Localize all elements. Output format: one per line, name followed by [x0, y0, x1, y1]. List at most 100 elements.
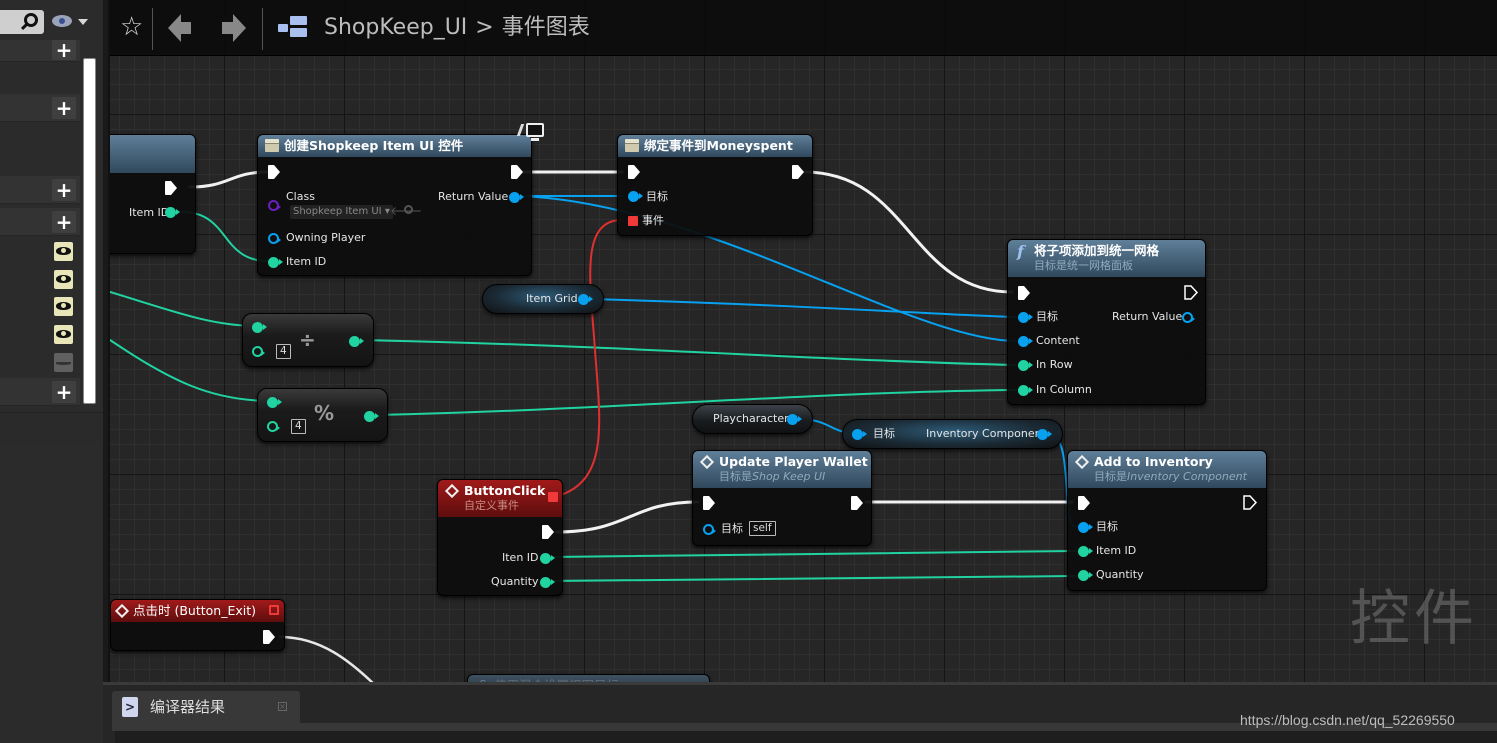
blueprint-editor: + + + + + Item ID 创建Shopkeep Item UI 控件 … [0, 0, 1497, 743]
favorite-star-icon[interactable]: ☆ [120, 12, 143, 42]
return-value-output-pin[interactable] [1182, 312, 1195, 323]
b-literal-field[interactable]: 4 [291, 419, 306, 434]
chevron-down-icon[interactable] [78, 19, 88, 25]
event-delegate-input-pin[interactable] [628, 216, 638, 226]
a-input-pin[interactable] [267, 397, 282, 408]
delegate-output-pin[interactable] [548, 492, 558, 502]
b-input-pin[interactable] [267, 421, 280, 432]
subtitle-class: Shop Keep UI [752, 470, 826, 483]
back-arrow-icon[interactable] [168, 14, 192, 42]
target-input-pin[interactable] [628, 191, 643, 202]
visibility-closed-eye-icon[interactable] [54, 353, 73, 372]
node-update-player-wallet[interactable]: Update Player Wallet 目标是Shop Keep UI 目标 … [692, 450, 872, 546]
browse-search-icon[interactable] [404, 205, 413, 214]
node-add-child-to-uniform-grid[interactable]: f 将子项添加到统一网格 目标是统一网格面板 目标 Return Value C… [1007, 239, 1206, 405]
exec-input-pin[interactable] [1078, 496, 1090, 510]
my-blueprint-panel: + + + + + [0, 0, 103, 743]
exec-wire [802, 170, 1014, 294]
quantity-output-pin[interactable] [540, 577, 555, 588]
add-macro-button[interactable]: + [52, 179, 76, 201]
tab-compiler-results[interactable]: > 编译器结果 × [112, 691, 300, 723]
item-grid-output-pin[interactable] [578, 294, 593, 305]
view-options-eye-icon[interactable] [52, 15, 72, 27]
exec-input-pin[interactable] [1018, 286, 1030, 300]
node-bind-event[interactable]: 绑定事件到Moneyspent 目标 事件 [617, 134, 813, 236]
exec-input-pin[interactable] [703, 496, 715, 510]
target-input-pin[interactable] [1078, 522, 1093, 533]
in-row-input-pin[interactable] [1018, 360, 1033, 371]
node-buttonclick-custom-event[interactable]: ButtonClick 自定义事件 Iten ID Quantity [437, 479, 563, 596]
exec-output-pin[interactable] [165, 181, 177, 195]
target-input-pin[interactable] [852, 429, 867, 440]
event-graph-canvas[interactable]: Item ID 创建Shopkeep Item UI 控件 Class Shop… [108, 0, 1497, 682]
section-macros[interactable]: + [0, 176, 80, 204]
a-input-pin[interactable] [252, 322, 267, 333]
node-partial-set-view-target[interactable]: f 使用混合设置视图目标 [467, 674, 710, 682]
node-inventory-component-getter[interactable]: 目标 Inventory Component [842, 419, 1063, 449]
pin-label: Item Grid [526, 292, 578, 305]
exec-output-pin[interactable] [542, 525, 554, 539]
breadcrumb: ShopKeep_UI > 事件图表 [324, 13, 590, 43]
forward-arrow-icon[interactable] [222, 14, 246, 42]
scrollbar[interactable] [83, 58, 96, 404]
exec-input-pin[interactable] [628, 165, 640, 179]
section-event-dispatchers[interactable]: + [0, 378, 80, 406]
node-subtitle: 目标是统一网格面板 [1034, 259, 1133, 272]
visibility-eye-icon[interactable] [54, 270, 73, 289]
target-input-pin[interactable] [1018, 312, 1033, 323]
visibility-eye-icon[interactable] [54, 297, 73, 316]
search-input[interactable] [0, 10, 44, 34]
exec-output-pin[interactable] [792, 165, 804, 179]
node-playcharacter-getter[interactable]: Playcharacter [692, 404, 813, 434]
node-modulo[interactable]: 4 % [257, 388, 388, 442]
visibility-eye-icon[interactable] [54, 325, 73, 344]
subtitle-class: Inventory Component [1127, 470, 1247, 483]
in-column-input-pin[interactable] [1018, 385, 1033, 396]
target-self-literal[interactable]: self [749, 521, 776, 536]
target-input-pin[interactable] [703, 524, 716, 535]
result-output-pin[interactable] [364, 411, 379, 422]
pin-label: 目标 [646, 190, 668, 203]
exec-input-pin[interactable] [268, 165, 280, 179]
exec-output-pin[interactable] [1243, 495, 1257, 510]
exec-output-pin[interactable] [511, 165, 523, 179]
playcharacter-output-pin[interactable] [787, 414, 802, 425]
item-id-input-pin[interactable] [1078, 546, 1093, 557]
close-icon[interactable]: × [278, 702, 287, 711]
exec-output-pin[interactable] [1184, 285, 1198, 300]
graph-toolbar: ☆ ShopKeep_UI > 事件图表 [110, 0, 1497, 56]
delegate-output-pin[interactable] [269, 605, 279, 615]
inventory-component-output-pin[interactable] [1037, 429, 1052, 440]
exec-wire [278, 635, 374, 682]
add-event-dispatcher-button[interactable]: + [52, 381, 76, 403]
owning-player-input-pin[interactable] [268, 233, 281, 244]
node-item-grid-getter[interactable]: Item Grid [482, 284, 604, 314]
item-id-output-pin[interactable] [165, 207, 180, 218]
exec-output-pin[interactable] [263, 630, 275, 644]
visibility-eye-icon[interactable] [54, 242, 73, 261]
pin-label: 目标 [721, 522, 743, 535]
breadcrumb-root[interactable]: ShopKeep_UI [324, 15, 467, 40]
quantity-input-pin[interactable] [1078, 570, 1093, 581]
add-function-button[interactable]: + [52, 97, 76, 119]
class-input-pin[interactable] [268, 200, 281, 211]
exec-output-pin[interactable] [851, 496, 863, 510]
section-graphs[interactable]: + [0, 40, 80, 62]
item-id-input-pin[interactable] [268, 257, 283, 268]
return-value-output-pin[interactable] [509, 192, 524, 203]
item-id-output-pin[interactable] [540, 553, 555, 564]
node-add-to-inventory[interactable]: Add to Inventory 目标是Inventory Component … [1067, 450, 1267, 591]
node-partial-left[interactable]: Item ID [110, 134, 196, 254]
add-graph-button[interactable]: + [52, 40, 76, 60]
node-on-clicked-button-exit[interactable]: 点击时 (Button_Exit) [110, 599, 285, 651]
class-dropdown[interactable]: Shopkeep Item UI ▾ [290, 205, 393, 219]
section-functions[interactable]: + [0, 94, 80, 122]
node-divide[interactable]: 4 ÷ [242, 313, 374, 367]
content-input-pin[interactable] [1018, 336, 1033, 347]
node-create-widget[interactable]: 创建Shopkeep Item UI 控件 Class Shopkeep Ite… [257, 134, 532, 276]
b-input-pin[interactable] [252, 346, 265, 357]
b-literal-field[interactable]: 4 [276, 344, 291, 359]
result-output-pin[interactable] [349, 336, 364, 347]
section-variables[interactable]: + [0, 208, 80, 236]
add-variable-button[interactable]: + [52, 211, 76, 233]
